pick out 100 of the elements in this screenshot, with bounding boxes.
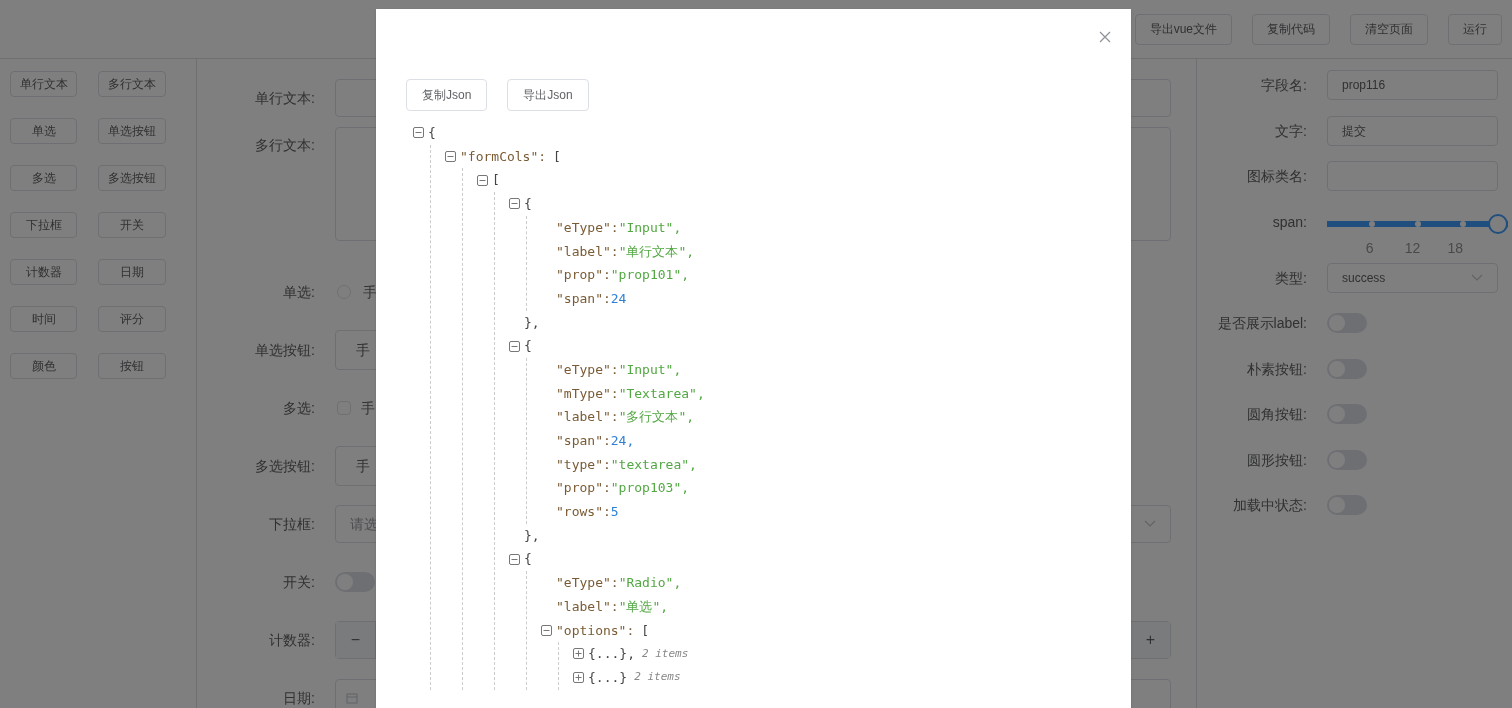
minus-button[interactable]: − <box>336 622 376 658</box>
form-label: 多选按钮: <box>254 456 315 476</box>
expand-icon[interactable] <box>573 648 584 660</box>
expand-icon[interactable] <box>573 672 584 684</box>
chevron-down-icon <box>1471 273 1483 282</box>
json-bracket: [ <box>641 621 650 640</box>
dialog-button[interactable]: 复制Json <box>406 79 488 111</box>
checkbox-label: 手 <box>361 398 375 418</box>
json-bracket: {...} <box>588 668 628 687</box>
json-value: "prop103", <box>610 479 690 498</box>
json-value: 24, <box>610 432 635 451</box>
component-button[interactable]: 计数器 <box>10 259 77 285</box>
component-button[interactable]: 日期 <box>98 259 166 285</box>
json-value: "Radio", <box>618 574 682 593</box>
collapse-icon[interactable] <box>445 151 456 163</box>
collapse-icon[interactable] <box>477 174 488 186</box>
collapse-icon[interactable] <box>413 127 424 139</box>
form-label: 单选: <box>282 282 315 302</box>
property-label: 圆角按钮: <box>1246 405 1307 424</box>
collapse-icon[interactable] <box>509 340 520 352</box>
json-bracket: }, <box>524 313 540 332</box>
json-value: "Input", <box>618 218 682 237</box>
radio-label: 手 <box>363 282 377 302</box>
json-bracket: [ <box>492 171 500 190</box>
component-button[interactable]: 单行文本 <box>10 71 77 97</box>
property-label: 是否展示label: <box>1216 314 1307 333</box>
property-label: 图标类名: <box>1246 167 1307 186</box>
component-button[interactable]: 时间 <box>10 306 77 332</box>
json-key: "span": <box>556 431 611 451</box>
property-label: 文字: <box>1274 121 1307 141</box>
json-key: "label": <box>556 596 619 617</box>
calendar-icon <box>346 692 358 704</box>
json-key: "label": <box>556 241 619 262</box>
component-button[interactable]: 下拉框 <box>10 212 77 238</box>
form-label: 多行文本: <box>254 136 315 155</box>
toolbar-button[interactable]: 清空页面 <box>1350 13 1428 45</box>
json-value: 5 <box>610 503 619 522</box>
slider-thumb[interactable] <box>1488 213 1508 234</box>
json-key: "eType": <box>556 217 619 238</box>
collapse-icon[interactable] <box>509 198 520 210</box>
form-label: 计数器: <box>268 630 315 650</box>
json-value: "Textarea", <box>618 384 705 403</box>
json-value: "Input", <box>618 360 682 379</box>
form-label: 开关: <box>282 572 315 592</box>
json-key: "options": <box>556 620 635 641</box>
form-label: 下拉框: <box>268 514 315 534</box>
text-input[interactable]: prop116 <box>1327 70 1498 100</box>
json-value: 24 <box>610 289 627 308</box>
json-value: "prop101", <box>610 266 690 285</box>
plus-button[interactable]: + <box>1130 622 1170 658</box>
component-button[interactable]: 按钮 <box>98 353 166 379</box>
json-bracket: }, <box>524 526 540 545</box>
json-bracket: {...}, <box>588 645 635 664</box>
text-input[interactable]: 提交 <box>1327 115 1498 146</box>
form-label: 单行文本: <box>254 88 315 108</box>
component-button[interactable]: 多选按钮 <box>98 165 166 191</box>
property-label: 字段名: <box>1260 76 1307 95</box>
property-label: 朴素按钮: <box>1246 359 1307 379</box>
json-key: "prop": <box>556 478 611 498</box>
collapse-icon[interactable] <box>509 553 520 565</box>
form-label: 单选按钮: <box>254 340 315 360</box>
json-key: "eType": <box>556 359 619 380</box>
toolbar-button[interactable]: 运行 <box>1448 13 1502 45</box>
form-label: 多选: <box>282 398 315 418</box>
json-value: "多行文本", <box>618 408 695 427</box>
component-button[interactable]: 颜色 <box>10 353 77 379</box>
json-key: "formCols": <box>460 146 547 167</box>
dialog-button[interactable]: 导出Json <box>507 79 589 111</box>
property-label: 加载中状态: <box>1232 496 1307 515</box>
json-bracket: { <box>524 337 532 356</box>
json-key: "span": <box>556 288 611 309</box>
json-bracket: { <box>524 195 532 214</box>
json-key: "type": <box>556 454 611 475</box>
close-icon[interactable] <box>1099 31 1111 43</box>
json-key: "prop": <box>556 265 611 285</box>
collapse-icon[interactable] <box>541 624 552 636</box>
item-count: 2 items <box>634 669 681 686</box>
json-bracket: { <box>524 550 532 569</box>
property-label: 类型: <box>1274 268 1307 288</box>
form-label: 日期: <box>282 688 315 708</box>
item-count: 2 items <box>641 645 689 662</box>
toolbar-button[interactable]: 复制代码 <box>1252 13 1330 45</box>
property-label: span: <box>1271 212 1307 232</box>
json-key: "rows": <box>556 502 611 522</box>
json-key: "label": <box>556 407 619 427</box>
json-key: "mType": <box>556 383 619 404</box>
component-button[interactable]: 多行文本 <box>98 71 166 97</box>
json-bracket: { <box>428 124 436 143</box>
json-value: "textarea", <box>610 455 697 474</box>
json-key: "eType": <box>556 573 619 593</box>
toolbar-button[interactable]: 导出vue文件 <box>1134 13 1232 45</box>
component-button[interactable]: 评分 <box>98 306 166 332</box>
component-button[interactable]: 多选 <box>10 165 77 191</box>
json-value: "单行文本", <box>618 242 695 261</box>
property-label: 圆形按钮: <box>1246 450 1307 470</box>
select-field[interactable]: success <box>1327 262 1498 293</box>
component-button[interactable]: 单选 <box>10 118 77 144</box>
toggle-switch[interactable] <box>335 572 375 592</box>
component-button[interactable]: 单选按钮 <box>98 118 166 144</box>
component-button[interactable]: 开关 <box>98 212 166 238</box>
